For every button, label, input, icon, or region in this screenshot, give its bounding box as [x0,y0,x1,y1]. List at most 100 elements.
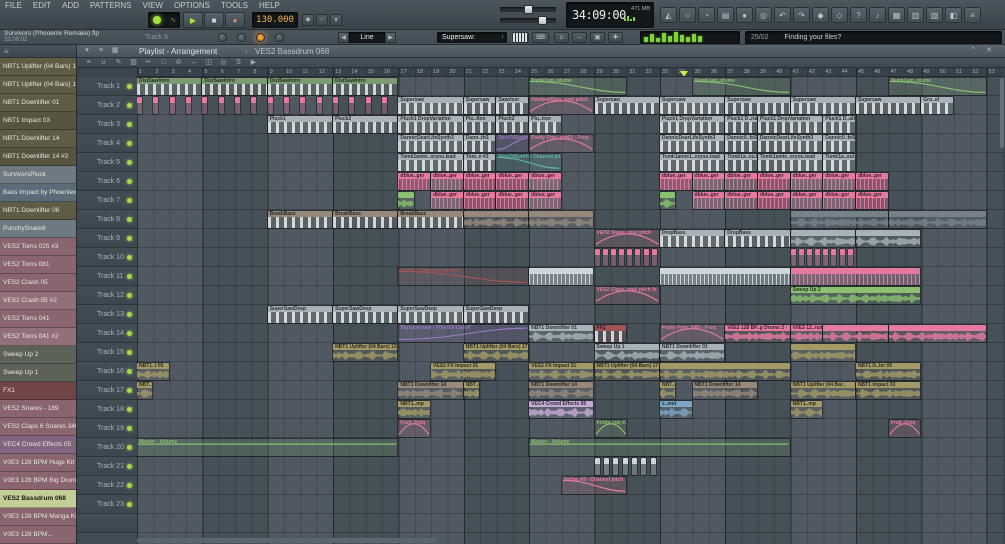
pattern-clip[interactable]: BreakBass [398,211,463,228]
audio-clip[interactable]: NBT1 Uplifter (04 Bars) 17 [594,363,659,380]
automation-clip[interactable]: Tomk1am..olume [888,78,986,95]
audio-clip[interactable]: NBT1 D..ter 06 [855,363,921,380]
track-enable-led-icon[interactable] [127,122,132,127]
track-header[interactable]: Track 12 [77,286,137,305]
pattern-clip[interactable]: DannicDearLifeSynth3 [398,135,463,152]
track-header[interactable]: Track 20 [77,438,137,457]
multilink-icon[interactable]: ◆ [812,7,829,23]
playlist-timeline[interactable]: 1 2 3 4 5 6 7 8 9 10 11 12 13 14 15 16 17 18 19 20 21 22 23 24 2… [137,68,1003,77]
automation-clip[interactable]: 3xOsc #3 - Channel pitch [561,477,627,494]
drum-hit-clip[interactable] [169,97,175,114]
pattern-selector[interactable]: Supersaw: ↕ [437,32,507,43]
pattern-clip[interactable]: DropBass [725,230,790,247]
track-header[interactable]: Track 15 [77,343,137,362]
audio-clip[interactable]: NBT1 Uplifter (04 Bars) 15 [333,344,398,361]
pattern-clip[interactable]: Pluck1 DropVariation [398,116,463,133]
pattern-clip[interactable]: DistSawIntro [267,78,333,95]
automation-clip[interactable]: Zero76Synth - Channel.. [496,135,529,152]
automation-clip[interactable]: Zero76Synth - Channel pitch [496,154,561,171]
pattern-clip[interactable]: SuperSawDeep [333,306,398,323]
track-header[interactable]: Track 11 [77,267,137,286]
track-header[interactable]: Track 21 [77,457,137,476]
drum-hit-clip[interactable] [218,97,224,114]
sample-item[interactable]: VES2 Crash 05 #2 [0,292,76,310]
sample-item[interactable]: V0E3 128 BPM Big Drums 2 [0,472,76,490]
stop-button[interactable]: ■ [204,12,224,28]
track-enable-led-icon[interactable] [127,103,132,108]
playback-icon[interactable]: ▶ [247,58,260,67]
drum-hit-clip[interactable] [603,458,609,475]
audio-clip[interactable]: NBT1..mp [790,401,823,418]
audio-clip[interactable] [790,268,921,285]
glow-record-icon[interactable] [256,33,265,42]
pattern-clip[interactable]: Tomk1amie..oryou.lead [757,154,823,171]
drum-hit-clip[interactable] [333,97,339,114]
pattern-clip[interactable]: Tom..e #2 [463,154,496,171]
audio-clip[interactable]: V0E3 128 BP..g Drums 2 › [725,325,790,342]
track-enable-led-icon[interactable] [127,198,132,203]
audio-clip[interactable]: dblue..ger [496,192,529,209]
audio-clip[interactable]: dblue..ger [692,192,725,209]
audio-clip[interactable]: dblue..ger [431,192,463,209]
zoom-icon[interactable]: ◎ [217,58,230,67]
audio-clip[interactable]: Sweep Up 1 [594,344,659,361]
drum-hit-clip[interactable] [635,249,641,266]
drum-hit-clip[interactable] [153,97,159,114]
pattern-clip[interactable]: Dann..th3 [463,135,496,152]
track-header[interactable]: Track 5 [77,153,137,172]
pattern-clip[interactable]: SuperSawDeep [267,306,333,323]
pencil-icon[interactable]: ✎ [112,58,125,67]
audio-clip[interactable]: NBT1 Downlifter 01 [659,344,725,361]
sample-item[interactable]: NBT1 Uplifter (04 Bars) 17 [0,76,76,94]
audio-clip[interactable]: dblue..ger [463,173,496,190]
automation-clip[interactable]: Master - Volume [529,439,790,456]
audio-clip[interactable] [888,325,986,342]
sound-icon[interactable]: ♪ [869,7,886,23]
pattern-clip[interactable]: Pluck1 D..ation [823,116,855,133]
audio-clip[interactable] [855,230,921,247]
master-pitch-thumb[interactable] [524,5,533,14]
pattern-clip[interactable]: Supersaw [790,97,855,114]
pattern-clip[interactable]: Supersaw [659,97,725,114]
audio-clip[interactable]: dblue..ger [757,173,790,190]
audio-clip[interactable] [659,192,676,209]
track-header[interactable]: Track 10 [77,248,137,267]
audio-clip[interactable]: dblue..ger [790,192,823,209]
track-enable-led-icon[interactable] [127,407,132,412]
mute-icon[interactable]: ⊘ [172,58,185,67]
track-enable-led-icon[interactable] [127,179,132,184]
browser-icon[interactable]: ◧ [945,7,962,23]
drum-hit-clip[interactable] [284,97,290,114]
track-enable-led-icon[interactable] [127,274,132,279]
sample-item[interactable]: VES2 Toms 041 [0,310,76,328]
typing-keyboard-icon[interactable]: ▤ [717,7,734,23]
audio-clip[interactable] [790,344,855,361]
menu-options[interactable]: OPTIONS [174,1,210,10]
track-enable-led-icon[interactable] [127,236,132,241]
audio-clip[interactable]: dblue..ger [529,192,561,209]
sample-item[interactable]: NBT1 Uplifter (04 Bars) 15 [0,58,76,76]
video-icon[interactable]: ▣ [590,32,605,43]
audio-clip[interactable]: NBT1 Downlifter 14 [398,382,463,399]
audio-clip[interactable] [888,211,986,228]
menu-patterns[interactable]: PATTERNS [90,1,131,10]
track-enable-led-icon[interactable] [127,331,132,336]
snap-icon[interactable]: S [232,58,245,67]
audio-clip[interactable] [790,230,855,247]
touch-icon[interactable]: ◇ [831,7,848,23]
loop-record-icon[interactable] [237,33,246,42]
master-pitch-slider[interactable] [500,5,556,14]
audio-clip[interactable]: s..met [659,401,692,418]
magnet-icon[interactable]: ∪ [97,58,110,67]
drum-hit-clip[interactable] [815,249,821,266]
pattern-clip[interactable]: Pluck2 [496,116,529,133]
automation-clip[interactable]: Master - Volume [137,439,398,456]
menu-view[interactable]: VIEW [143,1,163,10]
track-enable-led-icon[interactable] [127,502,132,507]
track-enable-led-icon[interactable] [127,160,132,165]
pattern-clip[interactable]: BreakBass [333,211,398,228]
audio-clip[interactable]: NBT..4 #2 [463,382,480,399]
audio-clip[interactable]: dblue..ger [757,192,790,209]
loop-record-icon[interactable]: ◎ [755,7,772,23]
record-arm-icon[interactable] [218,33,227,42]
